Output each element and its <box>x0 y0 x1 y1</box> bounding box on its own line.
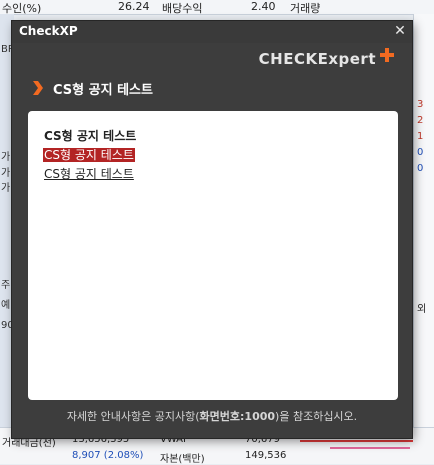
bg-right-value: 2 <box>417 115 424 126</box>
bg-bottom-label: 자본(백만) <box>160 454 205 465</box>
bg-left-label: 예 <box>1 300 11 311</box>
bg-cell: 거래량 <box>290 2 321 15</box>
plus-icon <box>380 48 394 62</box>
bg-left-label: 가 <box>1 168 11 179</box>
bg-right-value: 0 <box>417 147 424 158</box>
bg-left-label: 가 <box>1 152 11 163</box>
bg-right-value: 0 <box>417 163 424 174</box>
popup-title: CheckXP <box>19 24 78 38</box>
brand-area: CHECKExpert <box>12 43 412 71</box>
bg-cell: 2.40 <box>251 0 276 13</box>
notice-content-panel: CS형 공지 테스트 CS형 공지 테스트 CS형 공지 테스트 <box>28 111 398 400</box>
bg-cell: 26.24 <box>118 0 150 13</box>
bg-left-label: 주 <box>1 280 11 291</box>
popup-titlebar[interactable]: CheckXP ✕ <box>12 21 412 43</box>
footer-text-before: 자세한 안내사항은 공지사항( <box>66 410 200 423</box>
close-button[interactable]: ✕ <box>392 23 408 39</box>
notice-text-highlight: CS형 공지 테스트 <box>43 148 135 162</box>
background-right-column: 3 2 1 0 0 외 <box>413 14 434 463</box>
background-top-row: 수인(%) 26.24 배당수익 2.40 거래량 <box>0 0 434 15</box>
bg-chart-line <box>300 440 413 442</box>
bg-bottom-value: 8,907 (2.08%) <box>72 450 144 461</box>
notice-popup-window: CheckXP ✕ CHECKExpert CS형 공지 테스트 CS형 공지 … <box>12 21 412 438</box>
bg-right-value: 외 <box>417 304 427 315</box>
bg-right-value: 3 <box>417 99 424 110</box>
chevron-right-icon <box>33 81 43 95</box>
bg-left-label: 가 <box>1 183 11 194</box>
close-icon: ✕ <box>394 23 406 39</box>
footer-text-after: )을 참조하십시오. <box>275 410 358 423</box>
bg-chart-line <box>330 447 410 449</box>
notice-heading: CS형 공지 테스트 <box>53 83 153 98</box>
notice-heading-area: CS형 공지 테스트 <box>12 73 412 101</box>
footer-note: 자세한 안내사항은 공지사항(화면번호:1000)을 참조하십시오. <box>12 408 412 424</box>
notice-text-underline[interactable]: CS형 공지 테스트 <box>44 167 134 181</box>
bg-right-value: 1 <box>417 131 424 142</box>
bg-cell: 배당수익 <box>162 2 203 15</box>
notice-text-bold: CS형 공지 테스트 <box>44 129 137 143</box>
brand-logo: CHECKExpert <box>258 48 396 69</box>
footer-screen-number: 화면번호:1000 <box>199 410 276 423</box>
bg-bottom-value: 149,536 <box>245 450 287 461</box>
brand-text: CHECKExpert <box>258 50 376 68</box>
bg-cell: 수인(%) <box>2 2 42 15</box>
